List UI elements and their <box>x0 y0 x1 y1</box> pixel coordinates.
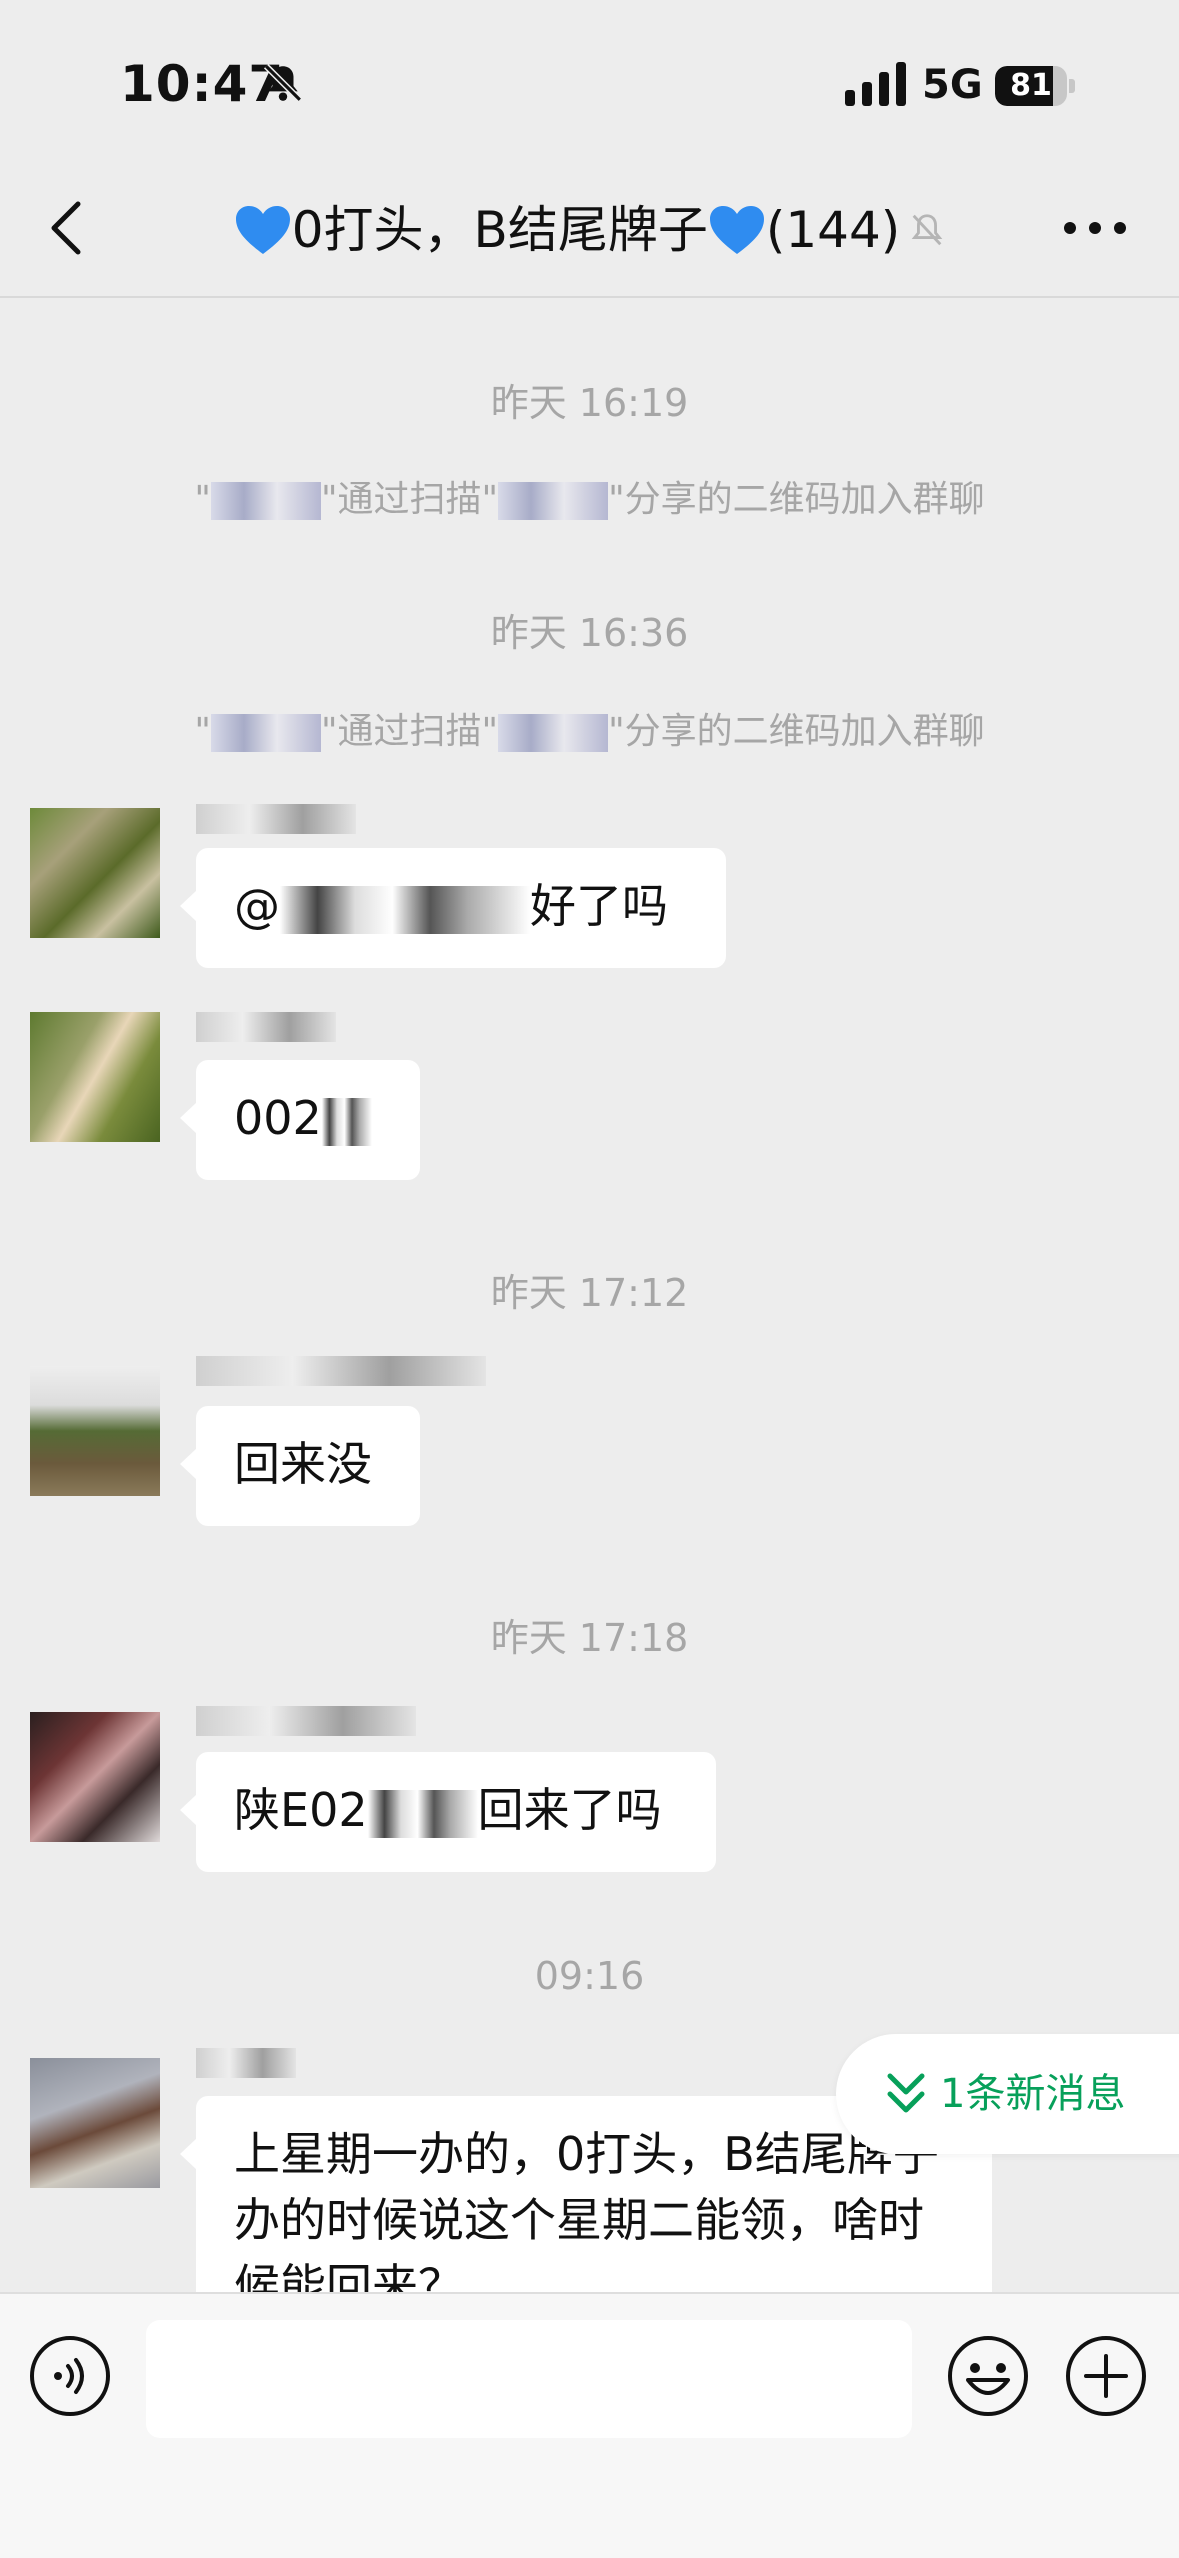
double-chevron-down-icon <box>887 2073 925 2113</box>
avatar[interactable] <box>30 1712 160 1842</box>
more-icon[interactable] <box>1060 215 1130 241</box>
chat-title-text: 0打头，B结尾牌子 <box>291 201 708 259</box>
avatar[interactable] <box>30 808 160 938</box>
message-bubble[interactable]: @ 好了吗 <box>180 848 726 968</box>
sender-name <box>196 1352 516 1390</box>
plus-icon[interactable] <box>1064 2334 1148 2418</box>
timestamp: 昨天 16:19 <box>490 381 689 425</box>
avatar[interactable] <box>30 1366 160 1496</box>
battery-icon: 81 <box>995 66 1075 106</box>
avatar[interactable] <box>30 1012 160 1142</box>
timestamp: 昨天 17:18 <box>490 1616 689 1660</box>
signal-icon <box>845 62 906 106</box>
timestamp: 09:16 <box>534 1954 645 1998</box>
emoji-icon[interactable] <box>946 2334 1030 2418</box>
voice-icon[interactable] <box>28 2334 112 2418</box>
sender-name <box>196 2044 316 2082</box>
message-bubble[interactable]: 002 <box>180 1060 420 1180</box>
message-input[interactable] <box>146 2320 912 2438</box>
network-type: 5G <box>922 62 983 108</box>
blue-heart-icon <box>709 206 764 254</box>
status-time: 10:47 <box>120 55 285 113</box>
system-message: " "通过扫描" "分享的二维码加入群聊 <box>194 479 985 520</box>
timestamp: 昨天 16:36 <box>490 611 689 655</box>
timestamp: 昨天 17:12 <box>490 1271 689 1315</box>
sender-name <box>196 800 376 838</box>
member-count: (144) <box>765 201 901 259</box>
avatar[interactable] <box>30 2058 160 2188</box>
chat-title: 0打头，B结尾牌子 (144) <box>150 190 1030 270</box>
message-bubble[interactable]: 回来没 <box>180 1406 420 1526</box>
bell-off-icon <box>263 63 303 103</box>
blue-heart-icon <box>235 206 290 254</box>
back-chevron-icon[interactable] <box>42 198 92 258</box>
system-message: " "通过扫描" "分享的二维码加入群聊 <box>194 711 985 752</box>
input-bar <box>0 2292 1179 2558</box>
status-bar: 10:47 5G 81 <box>0 0 1179 160</box>
new-message-button[interactable]: 1条新消息 <box>836 2034 1179 2154</box>
sender-name <box>196 1702 426 1740</box>
chat-header: 0打头，B结尾牌子 (144) <box>0 160 1179 298</box>
new-message-label: 1条新消息 <box>940 2071 1126 2117</box>
mute-bell-icon <box>911 214 943 246</box>
battery-level: 81 <box>1010 68 1052 103</box>
message-bubble[interactable]: 陕E02 回来了吗 <box>180 1752 716 1872</box>
sender-name <box>196 1008 376 1046</box>
